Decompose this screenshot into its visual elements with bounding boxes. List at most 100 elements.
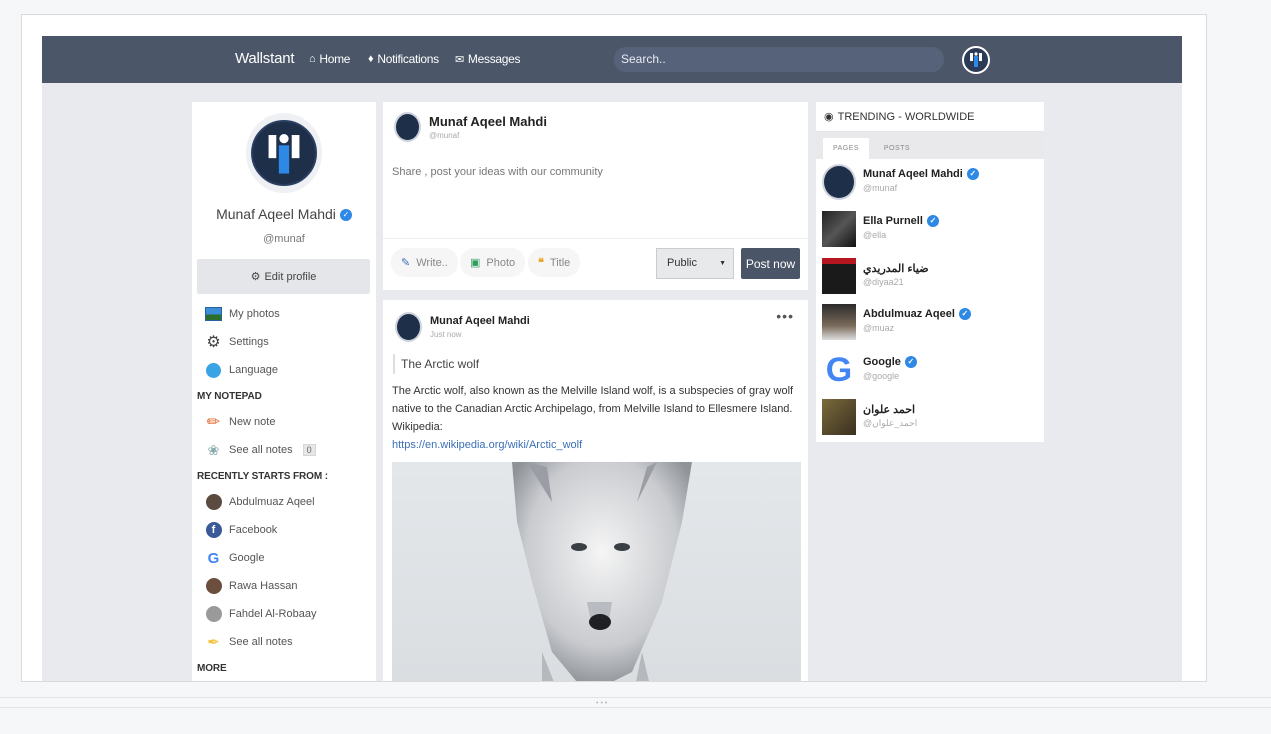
avatar (822, 304, 856, 340)
composer-name[interactable]: Munaf Aqeel Mahdi (429, 114, 547, 129)
search-input[interactable]: Search.. (614, 47, 944, 72)
composer-avatar[interactable] (394, 112, 421, 142)
trending-item[interactable]: G Google ✓ @google (822, 352, 1042, 392)
profile-name-text: Munaf Aqeel Mahdi (216, 206, 336, 222)
post-title: The Arctic wolf (393, 354, 479, 374)
more-options-icon[interactable]: ••• (776, 308, 794, 324)
profile-sidebar: Munaf Aqeel Mahdi ✓ @munaf ⚙ Edit profile… (192, 102, 376, 681)
nav-home-label: Home (319, 52, 351, 66)
globe-icon (205, 362, 222, 379)
browser-frame: Wallstant ⌂ Home ♦ Notifications ✉ Messa… (21, 14, 1207, 682)
recent-item[interactable]: Fahdel Al-Robaay (197, 600, 373, 628)
user-avatar-icon (205, 578, 222, 595)
write-button[interactable]: ✎ Write.. (391, 248, 458, 277)
trending-item[interactable]: ضياء المدريدي @diyaa21 (822, 258, 1042, 298)
title-button[interactable]: ❝ Title (528, 248, 581, 277)
trending-handle: @diyaa21 (863, 277, 904, 287)
trending-handle: @ella (863, 230, 887, 240)
recent-item-label: Rawa Hassan (229, 580, 298, 592)
trending-item[interactable]: Munaf Aqeel Mahdi ✓ @munaf (822, 164, 1042, 204)
trending-header: ◉ TRENDING - WORLDWIDE (816, 102, 1044, 132)
privacy-value: Public (667, 257, 697, 269)
top-navbar: Wallstant ⌂ Home ♦ Notifications ✉ Messa… (42, 36, 1182, 83)
profile-avatar[interactable] (246, 113, 322, 193)
wolf-image (392, 462, 801, 681)
post-avatar[interactable] (395, 312, 422, 342)
divider (383, 238, 808, 239)
recent-item-label: See all notes (229, 636, 293, 648)
avatar (822, 164, 856, 200)
recent-item-label: Google (229, 552, 265, 564)
sidebar-item-label: See all notes (229, 444, 293, 456)
post-author[interactable]: Munaf Aqeel Mahdi (430, 315, 530, 327)
brand-logo[interactable]: Wallstant (235, 50, 295, 67)
sidebar-item-settings[interactable]: ⚙ Settings (197, 328, 373, 356)
sidebar-item-label: Settings (229, 336, 269, 348)
gear-icon: ⚙ (250, 271, 261, 283)
user-avatar[interactable] (962, 46, 990, 74)
recent-item[interactable]: ✒ See all notes (197, 628, 373, 656)
post-now-button[interactable]: Post now (741, 248, 800, 279)
recent-item-label: Fahdel Al-Robaay (229, 608, 317, 620)
recent-item[interactable]: Abdulmuaz Aqeel (197, 488, 373, 516)
recent-item[interactable]: f Facebook (197, 516, 373, 544)
photo-button[interactable]: ▣ Photo (460, 248, 526, 277)
write-label: Write.. (416, 256, 448, 269)
feed-post: Munaf Aqeel Mahdi Just now ••• The Arcti… (383, 300, 808, 681)
grip-icon: ••• (596, 700, 610, 707)
sidebar-item-language[interactable]: Language (197, 356, 373, 384)
profile-name[interactable]: Munaf Aqeel Mahdi ✓ (192, 206, 376, 222)
chevron-down-icon: ▼ (719, 260, 726, 267)
sidebar-item-see-all-notes[interactable]: ❀ See all notes 0 (197, 436, 373, 464)
trending-handle: @munaf (863, 183, 898, 193)
nav-notifications[interactable]: ♦ Notifications (368, 52, 439, 66)
trending-item[interactable]: احمد علوان @احمد_علوان (822, 399, 1042, 439)
post-text: The Arctic wolf, also known as the Melvi… (392, 385, 794, 433)
photos-icon (205, 306, 222, 323)
nav-home[interactable]: ⌂ Home (309, 52, 350, 66)
notepad-heading: MY NOTEPAD (197, 390, 262, 402)
avatar (822, 399, 856, 435)
gear-icon: ⚙ (206, 334, 221, 351)
resize-handle[interactable]: ••• (0, 697, 1271, 708)
app-viewport: Wallstant ⌂ Home ♦ Notifications ✉ Messa… (42, 36, 1182, 681)
logo-icon (970, 52, 982, 67)
nav-notifications-label: Notifications (377, 52, 439, 66)
quote-icon: ❝ (538, 257, 544, 269)
more-heading: MORE (197, 662, 227, 674)
composer-textarea[interactable]: Share , post your ideas with our communi… (392, 166, 603, 178)
sidebar-item-my-photos[interactable]: My photos (197, 300, 373, 328)
trending-name: ضياء المدريدي (863, 263, 929, 275)
avatar (822, 211, 856, 247)
trending-item[interactable]: Ella Purnell ✓ @ella (822, 211, 1042, 251)
tab-posts[interactable]: POSTS (874, 138, 920, 159)
nav-messages[interactable]: ✉ Messages (455, 52, 521, 66)
trending-item[interactable]: Abdulmuaz Aqeel ✓ @muaz (822, 304, 1042, 344)
recent-item[interactable]: G Google (197, 544, 373, 572)
sidebar-item-label: Language (229, 364, 278, 376)
trending-handle: @google (863, 371, 900, 381)
trending-name: Ella Purnell ✓ (863, 215, 939, 228)
user-avatar-icon (205, 494, 222, 511)
google-icon: G (207, 549, 220, 567)
tab-pages[interactable]: PAGES (823, 138, 869, 159)
privacy-select[interactable]: Public ▼ (656, 248, 734, 279)
trending-name: Munaf Aqeel Mahdi ✓ (863, 168, 979, 181)
post-image[interactable] (392, 462, 801, 681)
edit-profile-button[interactable]: ⚙ Edit profile (197, 259, 370, 294)
recent-item[interactable]: Rawa Hassan (197, 572, 373, 600)
composer-handle: @munaf (429, 131, 460, 140)
trending-heading: TRENDING - WORLDWIDE (837, 110, 975, 123)
trending-panel: ◉ TRENDING - WORLDWIDE PAGES POSTS Munaf… (816, 102, 1044, 442)
trending-name: احمد علوان (863, 404, 916, 416)
facebook-icon: f (205, 522, 222, 539)
recent-item-label: Facebook (229, 524, 278, 536)
post-link[interactable]: https://en.wikipedia.org/wiki/Arctic_wol… (392, 439, 582, 451)
sidebar-item-new-note[interactable]: ✏ New note (197, 408, 373, 436)
verified-icon: ✓ (926, 215, 939, 228)
recent-heading: RECENTLY STARTS FROM : (197, 470, 328, 482)
pencil-icon: ✏ (206, 414, 221, 431)
trending-tabs: PAGES POSTS (816, 132, 1044, 159)
envelope-icon: ✉ (455, 53, 464, 66)
trending-handle: @احمد_علوان (863, 418, 918, 428)
